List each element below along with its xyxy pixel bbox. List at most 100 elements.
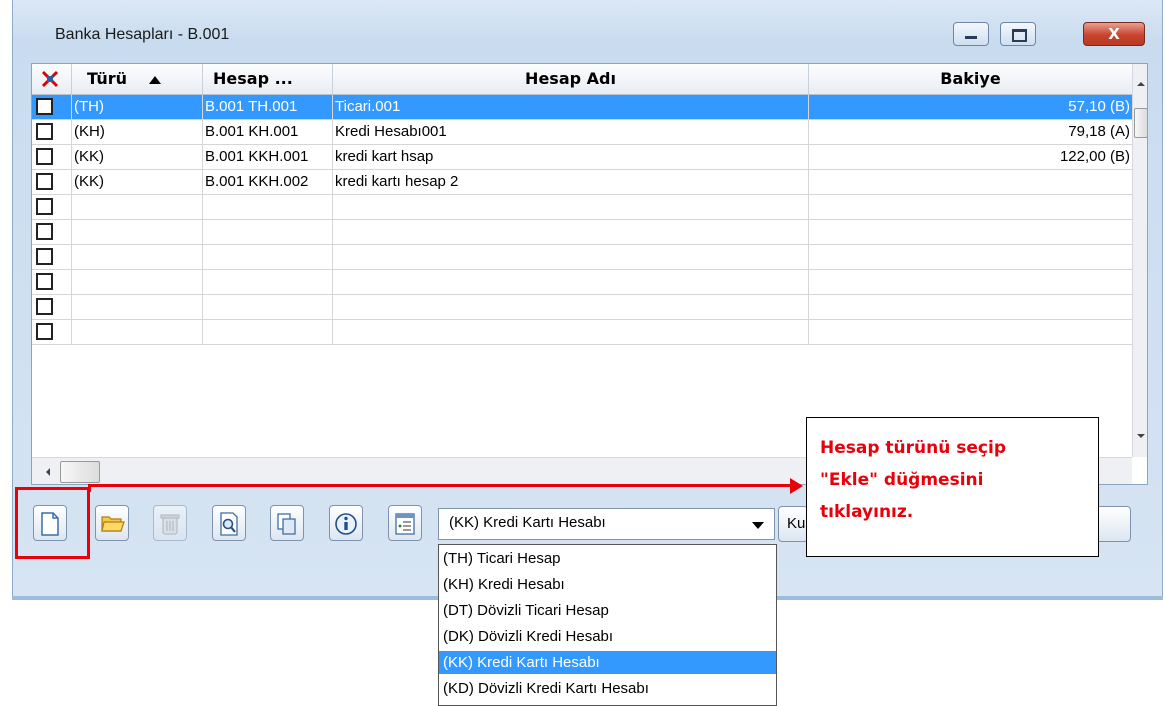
open-button[interactable]	[95, 505, 129, 541]
info-button[interactable]	[329, 505, 363, 541]
sort-ascending-icon	[148, 75, 161, 84]
table-row[interactable]	[32, 320, 1132, 345]
list-view-button[interactable]	[388, 505, 422, 541]
partial-button-label: Ku	[787, 515, 806, 532]
table-row[interactable]	[32, 295, 1132, 320]
scroll-left-icon[interactable]	[40, 464, 56, 480]
callout-line-2: "Ekle" düğmesini	[820, 470, 984, 490]
table-row[interactable]: (KK) B.001 KKH.002 kredi kartı hesap 2	[32, 170, 1132, 195]
maximize-button[interactable]	[1000, 22, 1036, 46]
delete-button[interactable]	[153, 505, 187, 541]
new-button-highlight	[15, 487, 90, 559]
dropdown-option[interactable]: (KD) Dövizli Kredi Kartı Hesabı	[439, 677, 776, 700]
account-type-dropdown: (TH) Ticari Hesap (KH) Kredi Hesabı (DT) D…	[438, 544, 777, 706]
cell-hesap-adi	[333, 220, 809, 244]
cell-hesap-kodu	[203, 220, 333, 244]
right-action-button[interactable]	[1095, 506, 1131, 542]
copy-button[interactable]	[270, 505, 304, 541]
cell-turu	[72, 245, 203, 269]
column-header-hesap-adi[interactable]: Hesap Adı	[333, 64, 809, 94]
cell-hesap-adi	[333, 295, 809, 319]
cell-turu	[72, 195, 203, 219]
row-checkbox[interactable]	[36, 123, 53, 140]
close-button[interactable]: X	[1083, 22, 1145, 46]
select-all-header[interactable]	[32, 64, 72, 94]
dropdown-option[interactable]: (KK) Kredi Kartı Hesabı	[439, 651, 776, 674]
cell-hesap-adi	[333, 195, 809, 219]
callout-line-3: tıklayınız.	[820, 502, 914, 522]
column-header-hesap-kodu[interactable]: Hesap ...	[203, 64, 333, 94]
table-row[interactable]: (TH) B.001 TH.001 Ticari.001 57,10 (B)	[32, 95, 1132, 120]
row-checkbox[interactable]	[36, 298, 53, 315]
copy-icon	[277, 513, 296, 535]
table-row[interactable]: (KK) B.001 KKH.001 kredi kart hsap 122,00 (…	[32, 145, 1132, 170]
row-checkbox[interactable]	[36, 173, 53, 190]
column-header-turu-label: Türü	[87, 69, 128, 88]
dropdown-option[interactable]: (DT) Dövizli Ticari Hesap	[439, 599, 776, 622]
cell-turu: (KH)	[72, 120, 203, 144]
cell-hesap-kodu	[203, 195, 333, 219]
instruction-callout: Hesap türünü seçip "Ekle" düğmesini tıkl…	[806, 417, 1099, 557]
row-checkbox[interactable]	[36, 148, 53, 165]
callout-line-1: Hesap türünü seçip	[820, 438, 1006, 458]
cell-hesap-kodu	[203, 320, 333, 344]
cell-bakiye	[809, 270, 1132, 294]
grid-header: Türü Hesap ... Hesap Adı Bakiye	[32, 64, 1132, 95]
cell-hesap-kodu: B.001 KH.001	[203, 120, 333, 144]
vertical-scrollbar[interactable]	[1132, 64, 1148, 457]
account-type-value: (KK) Kredi Kartı Hesabı	[449, 514, 606, 531]
select-all-icon[interactable]	[40, 69, 60, 89]
chevron-down-icon[interactable]	[752, 522, 764, 529]
info-icon	[335, 513, 357, 535]
row-checkbox[interactable]	[36, 323, 53, 340]
cell-bakiye	[809, 320, 1132, 344]
table-row[interactable]	[32, 195, 1132, 220]
account-type-select[interactable]: (KK) Kredi Kartı Hesabı	[438, 508, 775, 540]
cell-hesap-kodu: B.001 KKH.002	[203, 170, 333, 194]
scroll-up-icon[interactable]	[1133, 76, 1148, 92]
annotation-arrow-line	[90, 484, 790, 487]
cell-bakiye	[809, 220, 1132, 244]
preview-icon	[220, 512, 238, 536]
row-checkbox[interactable]	[36, 198, 53, 215]
cell-bakiye	[809, 245, 1132, 269]
cell-bakiye	[809, 195, 1132, 219]
cell-hesap-adi: Ticari.001	[333, 95, 809, 119]
horizontal-scroll-thumb[interactable]	[60, 461, 100, 483]
cell-bakiye: 57,10 (B)	[1068, 98, 1130, 115]
window-title: Banka Hesapları - B.001	[55, 26, 230, 43]
table-row[interactable]	[32, 270, 1132, 295]
dropdown-option[interactable]: (DK) Dövizli Kredi Hesabı	[439, 625, 776, 648]
partial-button[interactable]: Ku	[778, 506, 808, 542]
column-header-bakiye[interactable]: Bakiye	[809, 64, 1132, 94]
minimize-button[interactable]	[953, 22, 989, 46]
cell-bakiye: 122,00 (B)	[1059, 148, 1130, 165]
cell-hesap-kodu	[203, 295, 333, 319]
table-row[interactable]: (KH) B.001 KH.001 Kredi Hesabı001 79,18 (A)	[32, 120, 1132, 145]
cell-turu: (KK)	[72, 170, 203, 194]
dropdown-option[interactable]: (TH) Ticari Hesap	[439, 547, 776, 570]
cell-turu	[72, 320, 203, 344]
cell-hesap-adi: kredi kartı hesap 2	[333, 170, 809, 194]
column-header-turu[interactable]: Türü	[72, 64, 203, 94]
cell-turu: (TH)	[72, 95, 203, 119]
table-row[interactable]	[32, 245, 1132, 270]
row-checkbox[interactable]	[36, 273, 53, 290]
row-checkbox[interactable]	[36, 98, 53, 115]
preview-button[interactable]	[212, 505, 246, 541]
cell-hesap-kodu: B.001 KKH.001	[203, 145, 333, 169]
cell-hesap-kodu: B.001 TH.001	[203, 95, 333, 119]
table-row[interactable]	[32, 220, 1132, 245]
dropdown-option[interactable]: (KH) Kredi Hesabı	[439, 573, 776, 596]
cell-bakiye	[809, 170, 1132, 194]
scroll-down-icon[interactable]	[1133, 428, 1148, 444]
row-checkbox[interactable]	[36, 248, 53, 265]
cell-hesap-adi: Kredi Hesabı001	[333, 120, 809, 144]
row-checkbox[interactable]	[36, 223, 53, 240]
cell-turu: (KK)	[72, 145, 203, 169]
cell-turu	[72, 220, 203, 244]
annotation-arrow-head	[790, 478, 803, 494]
cell-hesap-kodu	[203, 245, 333, 269]
cell-hesap-adi	[333, 245, 809, 269]
vertical-scroll-thumb[interactable]	[1134, 108, 1147, 138]
